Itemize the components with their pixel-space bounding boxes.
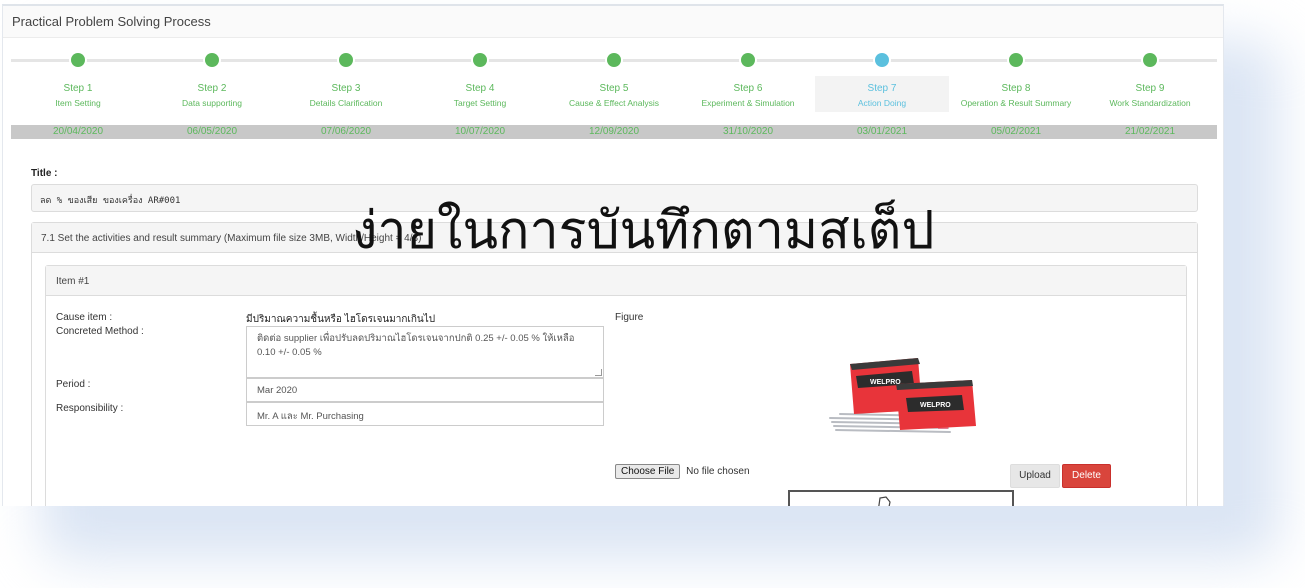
step-4[interactable]: Step 4 Target Setting xyxy=(413,48,547,114)
step-sublabel: Operation & Result Summary xyxy=(960,98,1072,108)
file-picker[interactable]: Choose File No file chosen xyxy=(615,464,750,479)
step-dot-done xyxy=(1143,53,1157,67)
step-7[interactable]: Step 7 Action Doing xyxy=(815,53,949,112)
step-label: Step 7 xyxy=(867,83,897,94)
step-date: 31/10/2020 xyxy=(722,126,774,137)
file-status: No file chosen xyxy=(686,466,750,477)
step-label: Step 2 xyxy=(197,83,227,94)
period-input[interactable]: Mar 2020 xyxy=(246,378,604,402)
signature-preview xyxy=(788,490,1014,506)
item-card: Item #1 Cause item : มีปริมาณความชื้นหรื… xyxy=(45,265,1187,506)
period-label: Period : xyxy=(56,379,91,390)
step-dot-done xyxy=(1009,53,1023,67)
title-label: Title : xyxy=(31,168,58,179)
step-dot-done xyxy=(607,53,621,67)
delete-button[interactable]: Delete xyxy=(1062,464,1111,488)
step-sublabel: Target Setting xyxy=(453,98,507,108)
cause-value: มีปริมาณความชื้นหรือ ไฮโดรเจนมากเกินไป xyxy=(246,314,436,325)
overlay-caption: ง่ายในการบันทึกตามสเต็ป xyxy=(352,201,935,261)
step-sublabel: Action Doing xyxy=(857,98,907,108)
step-label: Step 9 xyxy=(1135,83,1165,94)
step-date: 21/02/2021 xyxy=(1124,126,1176,137)
step-8[interactable]: Step 8 Operation & Result Summary xyxy=(949,48,1083,114)
responsibility-input[interactable]: Mr. A และ Mr. Purchasing xyxy=(246,402,604,426)
step-sublabel: Experiment & Simulation xyxy=(701,98,795,108)
method-label: Concreted Method : xyxy=(56,326,144,337)
step-dot-done xyxy=(205,53,219,67)
step-2[interactable]: Step 2 Data supporting xyxy=(145,48,279,114)
app-title: Practical Problem Solving Process xyxy=(3,6,1223,38)
responsibility-label: Responsibility : xyxy=(56,403,124,414)
cause-label: Cause item : xyxy=(56,312,113,323)
step-label: Step 6 xyxy=(733,83,763,94)
figure-brand-text: WELPRO xyxy=(870,379,901,386)
figure-brand-text: WELPRO xyxy=(920,402,951,409)
step-label: Step 3 xyxy=(331,83,361,94)
figure-label: Figure xyxy=(615,312,644,323)
step-6[interactable]: Step 6 Experiment & Simulation xyxy=(681,48,815,114)
step-1[interactable]: Step 1 Item Setting xyxy=(11,48,145,114)
step-5[interactable]: Step 5 Cause & Effect Analysis xyxy=(547,48,681,114)
step-sublabel: Work Standardization xyxy=(1109,98,1191,108)
step-dot-done xyxy=(339,53,353,67)
step-label: Step 1 xyxy=(63,83,93,94)
step-label: Step 8 xyxy=(1001,83,1031,94)
step-9[interactable]: Step 9 Work Standardization xyxy=(1083,48,1217,114)
resize-handle-icon[interactable] xyxy=(595,369,602,376)
step-sublabel: Data supporting xyxy=(181,98,242,108)
step-progress: Step 1 Item Setting Step 2 Data supporti… xyxy=(11,48,1217,114)
step-dot-done xyxy=(71,53,85,67)
step-date: 06/05/2020 xyxy=(186,126,238,137)
method-textarea[interactable]: ติดต่อ supplier เพื่อปรับลดปริมาณไฮโดรเจ… xyxy=(246,326,604,378)
step-date: 05/02/2021 xyxy=(990,126,1042,137)
step-date: 10/07/2020 xyxy=(454,126,506,137)
step-date: 12/09/2020 xyxy=(588,126,640,137)
step-label: Step 4 xyxy=(465,83,495,94)
step-dot-done xyxy=(473,53,487,67)
product-figure-image: WELPRO WELPRO xyxy=(829,358,976,433)
step-date: 20/04/2020 xyxy=(52,126,104,137)
step-label: Step 5 xyxy=(599,83,629,94)
step-date: 03/01/2021 xyxy=(856,126,908,137)
upload-button[interactable]: Upload xyxy=(1010,464,1060,488)
step-date: 07/06/2020 xyxy=(320,126,372,137)
step-dot-active xyxy=(875,53,889,67)
choose-file-button[interactable]: Choose File xyxy=(615,464,681,479)
step-date-bar: 20/04/2020 06/05/2020 07/06/2020 10/07/2… xyxy=(11,125,1217,139)
step-3[interactable]: Step 3 Details Clarification xyxy=(279,48,413,114)
signature-icon xyxy=(878,496,891,506)
step-sublabel: Details Clarification xyxy=(309,98,383,108)
method-text: ติดต่อ supplier เพื่อปรับลดปริมาณไฮโดรเจ… xyxy=(257,333,575,359)
step-sublabel: Cause & Effect Analysis xyxy=(568,98,660,108)
step-sublabel: Item Setting xyxy=(55,98,101,108)
step-dot-done xyxy=(741,53,755,67)
